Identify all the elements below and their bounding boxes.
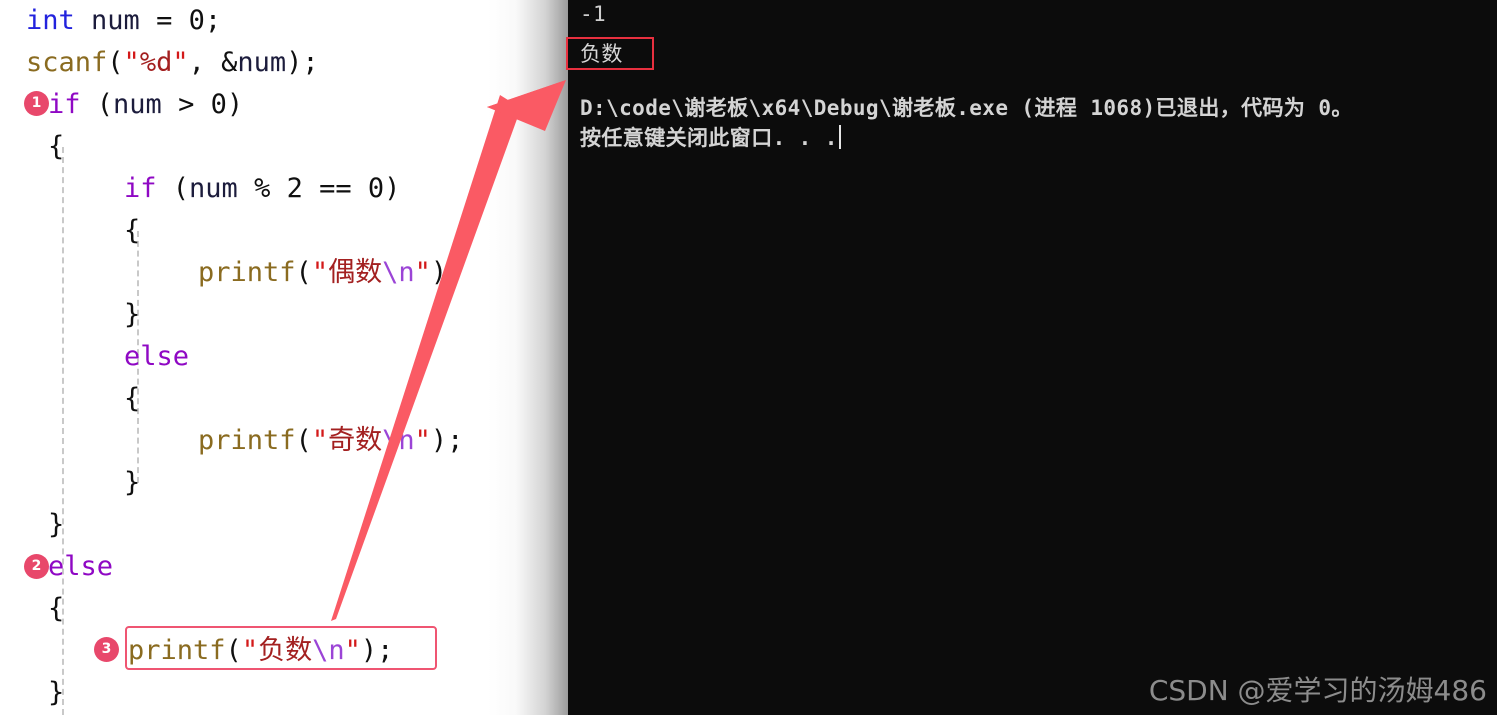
code-token: 奇数 bbox=[328, 425, 383, 456]
code-token: { bbox=[48, 131, 65, 162]
code-token: % bbox=[237, 173, 287, 204]
code-token: ( bbox=[295, 425, 312, 456]
code-token: " bbox=[123, 47, 140, 78]
code-token: ) bbox=[384, 173, 401, 204]
console-input-echo: -1 bbox=[580, 2, 607, 26]
console-cursor bbox=[838, 125, 841, 149]
code-token: { bbox=[124, 383, 141, 414]
code-line[interactable]: else bbox=[0, 546, 568, 588]
code-token: scanf bbox=[26, 47, 108, 78]
code-token: " bbox=[414, 425, 431, 456]
code-token: , bbox=[188, 47, 222, 78]
code-line[interactable]: } bbox=[0, 504, 568, 546]
code-line[interactable]: } bbox=[0, 672, 568, 714]
code-token: " bbox=[311, 425, 329, 456]
code-line[interactable]: printf("奇数\n"); bbox=[0, 420, 568, 462]
code-token: = bbox=[139, 5, 189, 36]
code-token: } bbox=[124, 299, 141, 330]
code-token: if bbox=[48, 89, 81, 120]
code-token: ); bbox=[430, 257, 464, 288]
console-output-pane[interactable]: -1 负数 D:\code\谢老板\x64\Debug\谢老板.exe (进程 … bbox=[568, 0, 1497, 715]
step-badge-1: 1 bbox=[24, 91, 49, 116]
code-token: ( bbox=[156, 173, 190, 204]
code-token: 0 bbox=[367, 173, 385, 204]
code-token: " bbox=[172, 47, 189, 78]
code-editor-pane[interactable]: int num = 0; scanf("%d", &num); if (num > … bbox=[0, 0, 568, 715]
code-line[interactable]: scanf("%d", &num); bbox=[0, 42, 568, 84]
code-token: " bbox=[311, 257, 329, 288]
code-line[interactable]: { bbox=[0, 378, 568, 420]
code-token: %d bbox=[139, 47, 173, 78]
code-line-list[interactable]: int num = 0; scanf("%d", &num); if (num > … bbox=[0, 0, 568, 714]
code-line[interactable]: if (num > 0) bbox=[0, 84, 568, 126]
code-token: ) bbox=[226, 89, 244, 120]
console-prompt-text: 按任意键关闭此窗口. . . bbox=[580, 126, 838, 150]
code-token: printf bbox=[198, 257, 296, 288]
code-token: 0 bbox=[188, 5, 205, 36]
code-token: " bbox=[414, 257, 431, 288]
step-badge-3: 3 bbox=[94, 637, 119, 662]
code-line[interactable]: int num = 0; bbox=[0, 0, 568, 42]
code-token: { bbox=[48, 593, 65, 624]
code-token: ( bbox=[107, 47, 124, 78]
code-line[interactable]: { bbox=[0, 210, 568, 252]
code-token: num bbox=[113, 89, 162, 120]
code-token: printf bbox=[198, 425, 296, 456]
console-prompt-message: 按任意键关闭此窗口. . . bbox=[580, 122, 841, 152]
code-token: == bbox=[302, 173, 368, 204]
code-token: else bbox=[124, 341, 190, 372]
code-token: int bbox=[26, 5, 75, 36]
code-token: 偶数 bbox=[328, 257, 383, 288]
code-token: else bbox=[48, 551, 114, 582]
code-token: { bbox=[124, 215, 141, 246]
code-token: \n bbox=[382, 425, 415, 456]
code-token: num bbox=[91, 5, 140, 36]
code-line[interactable]: } bbox=[0, 462, 568, 504]
code-line[interactable]: { bbox=[0, 588, 568, 630]
code-token: ); bbox=[286, 47, 319, 78]
code-token: num bbox=[189, 173, 238, 204]
code-token: ( bbox=[80, 89, 114, 120]
code-token: } bbox=[124, 467, 141, 498]
code-line[interactable]: else bbox=[0, 336, 568, 378]
code-token: > bbox=[161, 89, 211, 120]
code-token: } bbox=[48, 677, 65, 708]
code-line[interactable]: printf("偶数\n"); bbox=[0, 252, 568, 294]
printf-highlight-box bbox=[125, 626, 437, 670]
console-exit-message: D:\code\谢老板\x64\Debug\谢老板.exe (进程 1068)已… bbox=[580, 96, 1353, 120]
code-token: ( bbox=[295, 257, 312, 288]
code-line[interactable]: { bbox=[0, 126, 568, 168]
code-token: num bbox=[237, 47, 287, 78]
code-token: & bbox=[221, 47, 238, 78]
code-line[interactable]: } bbox=[0, 294, 568, 336]
console-output-highlight-box bbox=[566, 37, 654, 70]
code-token: if bbox=[124, 173, 157, 204]
csdn-watermark: CSDN @爱学习的汤姆486 bbox=[1148, 674, 1487, 707]
step-badge-2: 2 bbox=[24, 554, 49, 579]
code-token: ); bbox=[430, 425, 464, 456]
code-line[interactable]: if (num % 2 == 0) bbox=[0, 168, 568, 210]
code-token: \n bbox=[382, 257, 415, 288]
code-token: ; bbox=[204, 5, 222, 36]
code-token: } bbox=[48, 509, 65, 540]
code-token: 0 bbox=[210, 89, 227, 120]
code-token: 2 bbox=[286, 173, 303, 204]
